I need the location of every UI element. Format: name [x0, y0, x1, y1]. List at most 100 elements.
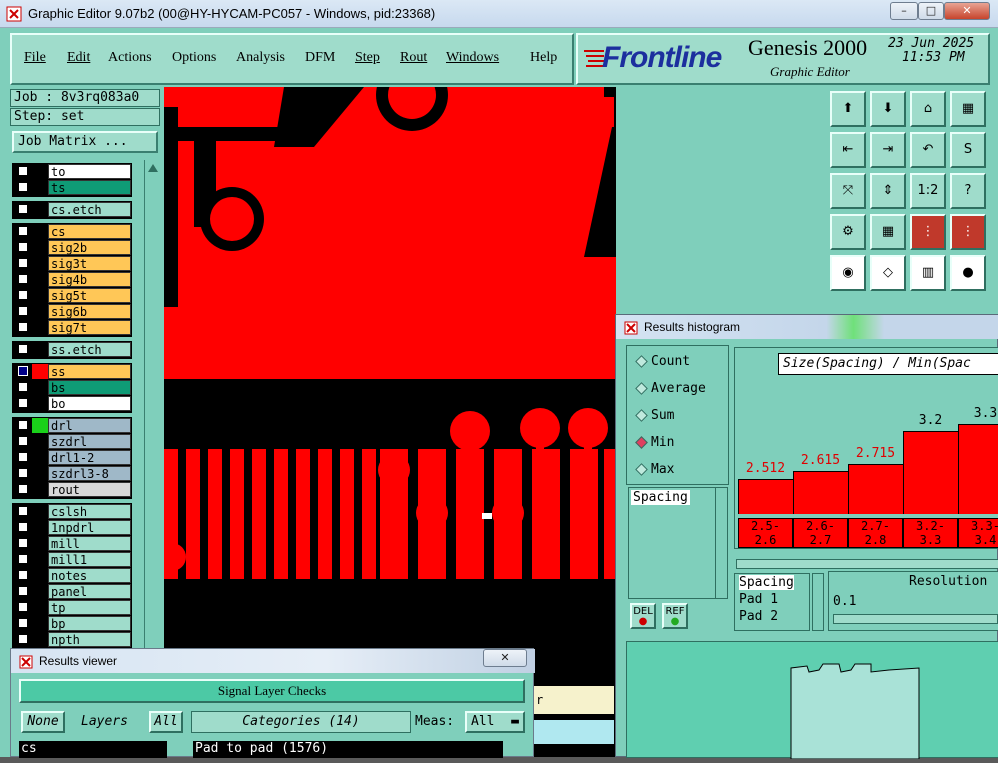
attribute-scrollbar[interactable]	[812, 573, 824, 631]
layer-row[interactable]: npth	[14, 632, 132, 647]
histogram-bar[interactable]	[903, 431, 958, 514]
menu-actions[interactable]: Actions	[108, 50, 152, 66]
layer-checkbox[interactable]	[18, 436, 28, 446]
layer-checkbox[interactable]	[18, 398, 28, 408]
layer-row[interactable]: bo	[14, 396, 132, 411]
layer-row[interactable]: sig5t	[14, 288, 132, 303]
layer-row[interactable]: rout	[14, 482, 132, 497]
layer-checkbox[interactable]	[18, 570, 28, 580]
layer-row[interactable]: cslsh	[14, 504, 132, 519]
category-selection[interactable]: Pad to pad (1576)	[193, 741, 503, 758]
del-button[interactable]: DEL ●	[630, 603, 656, 629]
attribute-list[interactable]: Spacing Pad 1 Pad 2	[734, 573, 810, 631]
layer-row[interactable]: sig6b	[14, 304, 132, 319]
tool-snap-icon[interactable]: S	[950, 132, 986, 168]
tool-scale-icon[interactable]: 1:2	[910, 173, 946, 209]
job-matrix-button[interactable]: Job Matrix ...	[12, 131, 158, 153]
mode-count[interactable]: Count	[635, 354, 690, 369]
layer-row[interactable]: cs.etch	[14, 202, 132, 217]
menu-help[interactable]: Help	[530, 50, 557, 66]
layer-checkbox[interactable]	[18, 242, 28, 252]
resolution-slider[interactable]	[833, 614, 998, 624]
layer-row[interactable]: sig4b	[14, 272, 132, 287]
tool-down-icon[interactable]: ⬇	[870, 91, 906, 127]
tool-ruler-icon[interactable]: ▥	[910, 255, 946, 291]
layer-checkbox[interactable]	[18, 258, 28, 268]
scroll-up-icon[interactable]	[145, 161, 161, 175]
layer-row[interactable]: mill1	[14, 552, 132, 567]
menu-rout[interactable]: Rout	[400, 50, 427, 66]
attribute-pad2[interactable]: Pad 2	[739, 609, 778, 624]
layer-checkbox[interactable]	[18, 506, 28, 516]
menu-analysis[interactable]: Analysis	[236, 50, 285, 66]
layer-checkbox[interactable]	[18, 166, 28, 176]
layer-row[interactable]: cs	[14, 224, 132, 239]
layer-row[interactable]: drl1-2	[14, 450, 132, 465]
all-layers-button[interactable]: All	[149, 711, 183, 733]
layer-row[interactable]: to	[14, 164, 132, 179]
maximize-button[interactable]: □	[918, 2, 944, 20]
layer-row[interactable]: bp	[14, 616, 132, 631]
mode-sum[interactable]: Sum	[635, 408, 674, 423]
menu-options[interactable]: Options	[172, 50, 216, 66]
tool-net-icon[interactable]: ⋮	[910, 214, 946, 250]
layer-row[interactable]: ts	[14, 180, 132, 195]
layer-checkbox[interactable]	[18, 382, 28, 392]
layer-checkbox[interactable]	[18, 634, 28, 644]
layer-checkbox[interactable]	[18, 420, 28, 430]
histogram-bar[interactable]	[738, 479, 793, 514]
mode-min[interactable]: Min	[635, 435, 674, 450]
measure-list-item[interactable]: Spacing	[631, 490, 690, 505]
layer-row[interactable]: szdrl	[14, 434, 132, 449]
layer-checkbox[interactable]	[18, 366, 28, 376]
layer-checkbox[interactable]	[18, 274, 28, 284]
layer-checkbox[interactable]	[18, 538, 28, 548]
layer-row[interactable]: ss	[14, 364, 132, 379]
layer-row[interactable]: mill	[14, 536, 132, 551]
tool-home-icon[interactable]: ⌂	[910, 91, 946, 127]
layer-checkbox[interactable]	[18, 618, 28, 628]
minimize-button[interactable]: –	[890, 2, 918, 20]
menu-edit[interactable]: Edit	[67, 50, 90, 66]
layer-checkbox[interactable]	[18, 522, 28, 532]
measure-list-scrollbar[interactable]	[715, 488, 727, 598]
tool-zoom-vert-icon[interactable]: ⇕	[870, 173, 906, 209]
layer-checkbox[interactable]	[18, 226, 28, 236]
close-button[interactable]: ✕	[944, 2, 990, 20]
layer-checkbox[interactable]	[18, 290, 28, 300]
none-button[interactable]: None	[21, 711, 65, 733]
layer-checkbox[interactable]	[18, 322, 28, 332]
tool-help-icon[interactable]: ?	[950, 173, 986, 209]
tool-dot-icon[interactable]: ●	[950, 255, 986, 291]
layer-checkbox[interactable]	[18, 204, 28, 214]
attribute-pad1[interactable]: Pad 1	[739, 592, 778, 607]
layer-row[interactable]: drl	[14, 418, 132, 433]
mode-max[interactable]: Max	[635, 462, 674, 477]
layer-list-scrollbar[interactable]	[144, 160, 160, 650]
histogram-hscrollbar[interactable]	[736, 559, 998, 569]
layer-selection[interactable]: cs	[19, 741, 167, 758]
layer-checkbox[interactable]	[18, 182, 28, 192]
layer-row[interactable]: ss.etch	[14, 342, 132, 357]
layer-row[interactable]: szdrl3-8	[14, 466, 132, 481]
menu-dfm[interactable]: DFM	[305, 50, 335, 66]
layer-row[interactable]: sig7t	[14, 320, 132, 335]
layer-checkbox[interactable]	[18, 602, 28, 612]
tool-pad-icon[interactable]: ◉	[830, 255, 866, 291]
tool-settings-icon[interactable]: ⚙	[830, 214, 866, 250]
layer-row[interactable]: 1npdrl	[14, 520, 132, 535]
tool-up-icon[interactable]: ⬆	[830, 91, 866, 127]
layer-checkbox[interactable]	[18, 306, 28, 316]
layer-row[interactable]: notes	[14, 568, 132, 583]
menu-windows[interactable]: Windows	[446, 50, 499, 66]
tool-grid2-icon[interactable]: ▦	[870, 214, 906, 250]
tool-zoom-fit-icon[interactable]: ⤧	[830, 173, 866, 209]
tool-shape-icon[interactable]: ◇	[870, 255, 906, 291]
tool-undo-icon[interactable]: ↶	[910, 132, 946, 168]
ref-button[interactable]: REF ●	[662, 603, 688, 629]
layer-checkbox[interactable]	[18, 452, 28, 462]
layer-checkbox[interactable]	[18, 468, 28, 478]
layer-row[interactable]: tp	[14, 600, 132, 615]
results-viewer-close-button[interactable]: ✕	[483, 649, 527, 667]
menu-step[interactable]: Step	[355, 50, 380, 66]
